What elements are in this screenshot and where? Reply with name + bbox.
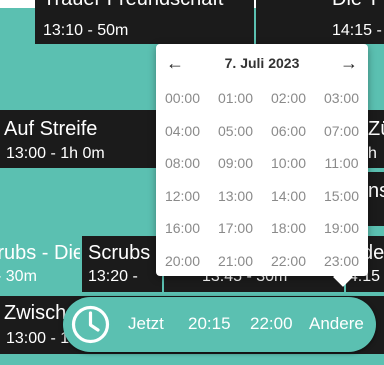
time-slot[interactable]: 22:00 [262,245,315,277]
program-title: Scrubs - Die [0,242,80,264]
time-slot[interactable]: 06:00 [262,115,315,147]
time-slot[interactable]: 12:00 [156,180,209,212]
time-slot[interactable]: 07:00 [315,115,368,147]
program-title: Die T [332,0,379,10]
quick-time-bar: Jetzt 20:15 22:00 Andere [63,297,376,352]
program-title: Scrubs [88,242,151,264]
clock-icon[interactable] [67,301,114,348]
time-slot[interactable]: 15:00 [315,180,368,212]
program-cell[interactable]: Die T 14:15 - [256,0,384,44]
next-day-arrow-icon[interactable]: → [340,53,358,73]
program-cell[interactable]: Auf Streife 13:00 - 1h 0m [0,110,156,168]
time-slot[interactable]: 05:00 [209,115,262,147]
other-time-button[interactable]: Andere [309,314,364,334]
program-title: Zü [368,118,384,140]
picker-header: ← 7. Juli 2023 → [156,44,368,82]
time-slot[interactable]: 04:00 [156,115,209,147]
program-cell[interactable]: Trauer Freundschaft 13:10 - 50m [35,0,254,44]
time-slot[interactable]: 18:00 [262,212,315,244]
time-slot[interactable]: 00:00 [156,82,209,114]
program-time: 13:20 - [88,268,138,285]
time-2015-button[interactable]: 20:15 [188,314,231,334]
program-time: 14:15 - [332,22,382,39]
program-title: Zwisch [4,302,67,324]
time-slot[interactable]: 11:00 [315,147,368,179]
now-button[interactable]: Jetzt [128,314,164,334]
time-slot[interactable]: 10:00 [262,147,315,179]
program-time: h [368,145,377,162]
program-time: 13:00 - 1h 0m [6,145,105,162]
time-slot[interactable]: 21:00 [209,245,262,277]
time-slot[interactable]: 14:00 [262,180,315,212]
time-slot[interactable]: 02:00 [262,82,315,114]
time-slot[interactable]: 09:00 [209,147,262,179]
time-slot[interactable]: 08:00 [156,147,209,179]
time-slot[interactable]: 20:00 [156,245,209,277]
program-time: 13:00 - 1 [6,330,70,347]
program-time: 13:10 - 50m [43,22,129,39]
program-cell[interactable]: Scrubs - Die - 30m [0,236,80,292]
program-title: ns [368,180,384,202]
program-cell[interactable]: Scrubs 13:20 - [82,236,162,292]
program-title: Auf Streife [4,118,98,140]
time-picker-popup: ← 7. Juli 2023 → 00:00 01:00 02:00 03:00 04:… [156,44,368,276]
picker-date: 7. Juli 2023 [224,55,300,71]
program-title: Trauer Freundschaft [43,0,223,10]
time-slot[interactable]: 16:00 [156,212,209,244]
time-2200-button[interactable]: 22:00 [250,314,293,334]
time-slot[interactable]: 01:00 [209,82,262,114]
time-slot[interactable]: 03:00 [315,82,368,114]
program-time: - 30m [0,268,37,285]
time-slot[interactable]: 19:00 [315,212,368,244]
time-slot[interactable]: 17:00 [209,212,262,244]
time-slot[interactable]: 13:00 [209,180,262,212]
